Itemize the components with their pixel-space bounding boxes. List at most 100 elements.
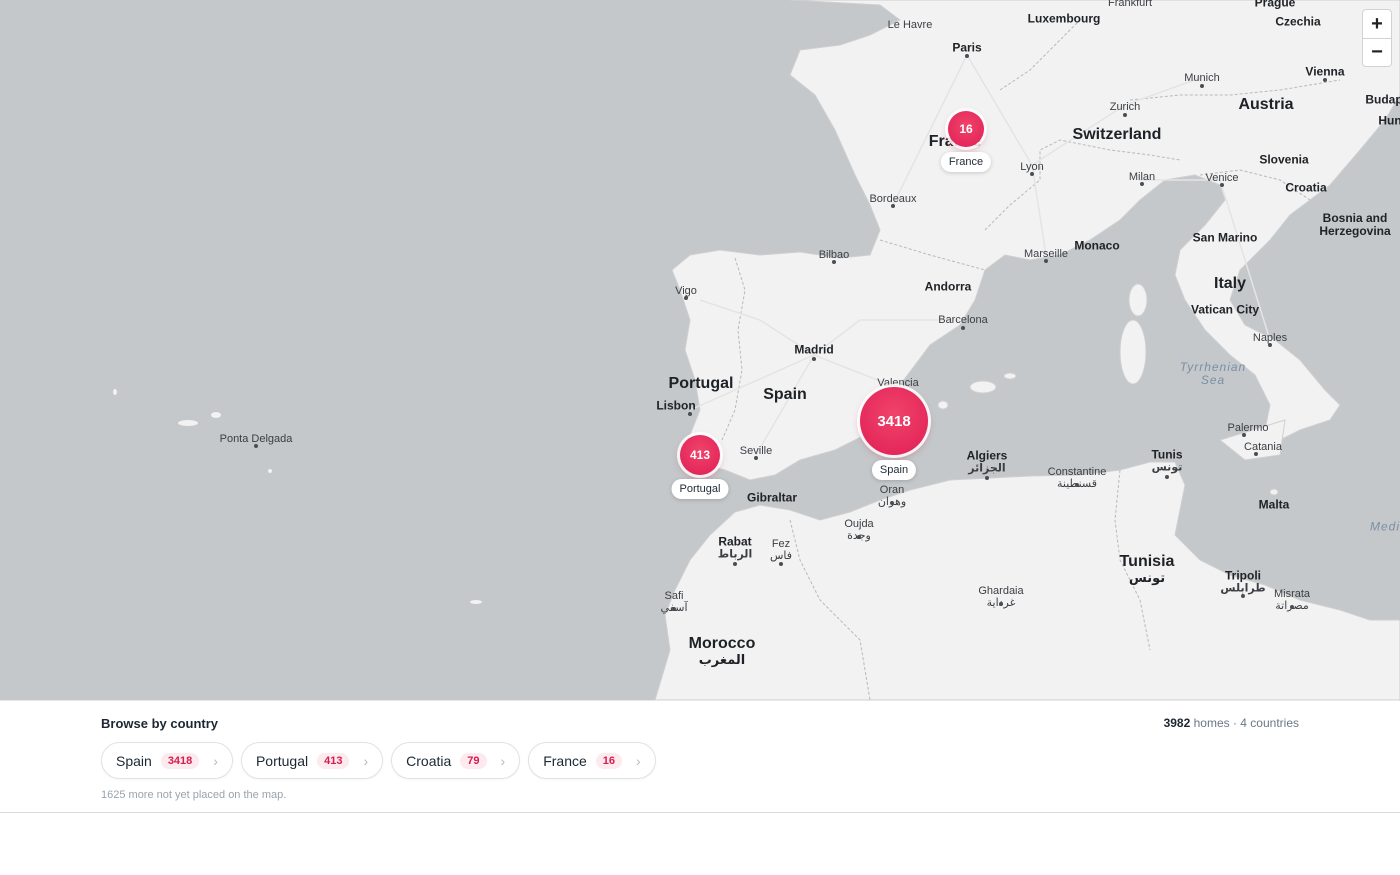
country-chip-name: Croatia: [406, 752, 452, 769]
place-dot: [254, 444, 258, 448]
zoom-control: + −: [1362, 9, 1392, 67]
place-label: Lisbon: [656, 398, 696, 413]
place-label: Medi: [1369, 519, 1400, 534]
place-dot: [832, 260, 836, 264]
place-dot: [857, 535, 861, 539]
zoom-out-button[interactable]: −: [1363, 38, 1391, 66]
place-dot: [1044, 259, 1048, 263]
country-chip-count: 3418: [160, 752, 200, 769]
chevron-right-icon: ›: [213, 752, 218, 769]
chevron-right-icon: ›: [636, 752, 641, 769]
cluster-label-spain[interactable]: Spain: [871, 460, 917, 480]
place-label: Tyrrhenian Sea: [1179, 359, 1247, 387]
country-chips: Spain 3418 › Portugal 413 › Croatia 79 › France 16…: [101, 742, 656, 779]
place-dot: [1254, 452, 1258, 456]
place-dot: [754, 456, 758, 460]
cluster-label-portugal[interactable]: Portugal: [671, 479, 729, 499]
land-europe: [671, 0, 1400, 481]
panel-title: Browse by country: [101, 716, 219, 731]
place-dot: [1290, 605, 1294, 609]
place-dot: [891, 204, 895, 208]
country-chip-name: Spain: [116, 752, 152, 769]
cluster-marker-france[interactable]: 16: [948, 111, 984, 147]
place-label: Austria: [1238, 96, 1294, 114]
place-dot: [1241, 594, 1245, 598]
place-label: Madrid: [794, 342, 834, 357]
place-label: Budap: [1365, 92, 1400, 107]
place-dot: [1075, 483, 1079, 487]
country-chip-count: 16: [595, 752, 623, 769]
summary-suffix: homes · 4 countries: [1193, 716, 1299, 730]
place-dot: [1030, 172, 1034, 176]
place-dot: [684, 296, 688, 300]
place-label: Italy: [1213, 275, 1247, 293]
place-label: Catania: [1244, 440, 1282, 453]
place-label: Croatia: [1285, 180, 1327, 195]
country-chip-france[interactable]: France 16 ›: [528, 742, 656, 779]
place-dot: [1268, 343, 1272, 347]
map-view[interactable]: Le Havre Paris Luxembourg Frankfurt Prague Cz…: [0, 0, 1400, 700]
place-label: Bosnia and Herzegovina: [1319, 210, 1391, 238]
cluster-label-france[interactable]: France: [940, 152, 992, 172]
country-chip-count: 79: [460, 752, 487, 769]
place-label: Zurich: [1109, 100, 1141, 113]
place-dot: [672, 607, 676, 611]
browse-by-country-panel: Browse by country 3982 homes · 4 countri…: [0, 700, 1400, 813]
place-label: Czechia: [1275, 14, 1321, 29]
cluster-marker-spain[interactable]: 3418: [860, 387, 928, 455]
place-label: Andorra: [924, 279, 972, 294]
place-label: Luxembourg: [1027, 11, 1101, 26]
place-label: Vienna: [1305, 64, 1345, 79]
place-label: Tunis تونس: [1151, 447, 1183, 474]
chevron-right-icon: ›: [500, 752, 506, 769]
country-chip-count: 413: [317, 752, 350, 769]
country-chip-name: France: [543, 752, 587, 769]
place-dot: [1242, 433, 1246, 437]
place-label: Algiers الجزائر: [966, 448, 1008, 475]
place-dot: [961, 326, 965, 330]
place-label: Rabat الرباط: [717, 534, 753, 561]
homes-summary: 3982 homes · 4 countries: [1164, 716, 1299, 730]
total-homes-count: 3982: [1163, 716, 1191, 730]
place-label: Malta: [1258, 497, 1290, 512]
place-dot: [688, 412, 692, 416]
place-label: Barcelona: [938, 313, 988, 326]
country-chip-spain[interactable]: Spain 3418 ›: [101, 742, 233, 779]
place-dot: [812, 357, 816, 361]
country-chip-croatia[interactable]: Croatia 79 ›: [391, 742, 521, 779]
place-dot: [1220, 183, 1224, 187]
place-label: Gibraltar: [746, 490, 798, 505]
place-label: San Marino: [1192, 230, 1258, 245]
unplaced-note: 1625 more not yet placed on the map.: [101, 789, 287, 801]
place-dot: [779, 562, 783, 566]
place-dot: [1323, 78, 1327, 82]
place-dot: [1123, 113, 1127, 117]
place-dot: [965, 54, 969, 58]
zoom-in-button[interactable]: +: [1363, 10, 1391, 38]
place-label: Le Havre: [887, 18, 933, 31]
place-label: Prague: [1254, 0, 1296, 10]
place-dot: [985, 476, 989, 480]
place-label: Fez فاس: [769, 537, 793, 562]
place-label: Vatican City: [1190, 302, 1260, 317]
country-chip-portugal[interactable]: Portugal 413 ›: [240, 742, 384, 779]
place-label: Switzerland: [1072, 126, 1162, 144]
place-label: Spain: [763, 386, 807, 404]
chevron-right-icon: ›: [363, 752, 369, 769]
place-label: Portugal: [668, 375, 734, 393]
place-label: Monaco: [1074, 238, 1120, 253]
place-label: Tunisia تونس: [1119, 553, 1175, 585]
place-dot: [733, 562, 737, 566]
place-dot: [890, 501, 894, 505]
place-dot: [999, 602, 1003, 606]
place-label: Morocco المغرب: [688, 635, 756, 667]
place-label: Palermo: [1227, 421, 1269, 434]
place-dot: [1165, 475, 1169, 479]
map-basemap: [113, 0, 1400, 700]
cluster-marker-portugal[interactable]: 413: [680, 435, 720, 475]
place-dot: [1140, 182, 1144, 186]
place-label: Munich: [1184, 71, 1220, 84]
place-dot: [1200, 84, 1204, 88]
country-chip-name: Portugal: [255, 752, 309, 769]
place-label: Paris: [952, 40, 982, 55]
